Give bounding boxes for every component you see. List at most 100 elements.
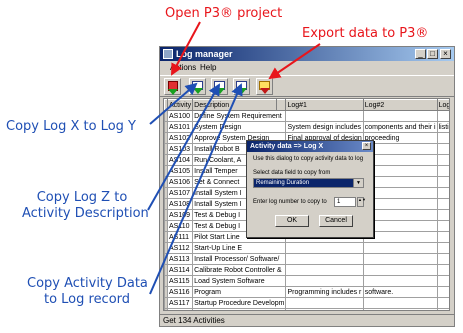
activity-id-cell[interactable]: AS107 [166, 187, 194, 199]
cancel-button[interactable]: Cancel [319, 215, 353, 227]
log2-cell[interactable] [362, 264, 438, 276]
description-cell[interactable]: Program [192, 286, 287, 298]
log3-cell[interactable] [436, 110, 449, 122]
log3-cell[interactable] [436, 297, 449, 309]
log2-cell[interactable] [362, 220, 438, 232]
activity-id-cell[interactable]: AS114 [166, 264, 194, 276]
chevron-down-icon[interactable]: ▼ [353, 179, 363, 187]
log2-cell[interactable] [362, 242, 438, 254]
activity-id-cell[interactable]: AS101 [166, 121, 194, 133]
log2-cell[interactable]: components and their i [362, 121, 438, 133]
log2-cell[interactable] [362, 110, 438, 122]
table-row[interactable]: AS115 Load System Software [164, 275, 449, 287]
table-row[interactable]: AS101 System Design System design includes… [164, 121, 449, 133]
description-cell[interactable]: Training Manuals/System Op [192, 308, 287, 310]
ok-button[interactable]: OK [275, 215, 309, 227]
log-number-spinner[interactable]: ▲▼ [357, 197, 366, 207]
log3-cell[interactable] [436, 231, 449, 243]
log3-cell[interactable] [436, 165, 449, 177]
log3-cell[interactable]: listing is alw [436, 121, 449, 133]
log3-cell[interactable] [436, 143, 449, 155]
activity-id-cell[interactable]: AS117 [166, 297, 194, 309]
copy-activity-data-button[interactable] [233, 78, 250, 95]
dialog-title[interactable]: Activity data => Log X [247, 141, 373, 152]
activity-id-cell[interactable]: AS118 [166, 308, 194, 310]
close-button[interactable]: × [440, 49, 451, 59]
description-cell[interactable]: Define System Requirement [192, 110, 287, 122]
log2-cell[interactable] [362, 275, 438, 287]
activity-id-cell[interactable]: AS105 [166, 165, 194, 177]
description-cell[interactable]: Calibrate Robot Controller & [192, 264, 287, 276]
column-header[interactable]: Log#3 [436, 99, 449, 111]
log3-cell[interactable] [436, 264, 449, 276]
log1-cell[interactable] [285, 253, 364, 265]
activity-id-cell[interactable]: AS108 [166, 198, 194, 210]
log1-cell[interactable]: System design includes [285, 121, 364, 133]
menu-actions[interactable]: Actions [170, 62, 196, 74]
log2-cell[interactable] [362, 143, 438, 155]
log2-cell[interactable] [362, 187, 438, 199]
log2-cell[interactable] [362, 209, 438, 221]
log3-cell[interactable] [436, 209, 449, 221]
activity-id-cell[interactable]: AS110 [166, 220, 194, 232]
activity-id-cell[interactable]: AS115 [166, 275, 194, 287]
column-header[interactable]: Log#2 [362, 99, 438, 111]
log3-cell[interactable] [436, 275, 449, 287]
window-titlebar[interactable]: Log manager _ □ × [160, 47, 454, 61]
log2-cell[interactable] [362, 297, 438, 309]
activity-id-cell[interactable]: AS106 [166, 176, 194, 188]
log3-cell[interactable] [436, 132, 449, 144]
column-header[interactable]: Activity [166, 99, 194, 111]
maximize-button[interactable]: □ [427, 49, 438, 59]
log1-cell[interactable] [285, 275, 364, 287]
activity-id-cell[interactable]: AS109 [166, 209, 194, 221]
log3-cell[interactable] [436, 253, 449, 265]
minimize-button[interactable]: _ [415, 49, 426, 59]
description-cell[interactable]: Startup Procedure Developm [192, 297, 287, 309]
column-header[interactable]: Description [192, 99, 278, 111]
table-row[interactable]: AS100 Define System Requirement [164, 110, 449, 122]
log3-cell[interactable] [436, 220, 449, 232]
log3-cell[interactable] [436, 308, 449, 310]
data-field-select[interactable]: Remaining Duration ▼ [253, 178, 364, 188]
description-cell[interactable]: Start-Up Line E [192, 242, 287, 254]
activity-id-cell[interactable]: AS112 [166, 242, 194, 254]
log2-cell[interactable] [362, 198, 438, 210]
activity-id-cell[interactable]: AS104 [166, 154, 194, 166]
activity-id-cell[interactable]: AS100 [166, 110, 194, 122]
export-to-p3-button[interactable] [256, 78, 273, 95]
log1-cell[interactable] [285, 297, 364, 309]
table-row[interactable]: AS117 Startup Procedure Developm [164, 297, 449, 309]
description-cell[interactable]: Install Processor/ Software/ [192, 253, 287, 265]
table-row[interactable]: AS114 Calibrate Robot Controller & [164, 264, 449, 276]
dialog-close-button[interactable]: × [362, 142, 371, 150]
open-p3-project-button[interactable] [164, 78, 181, 95]
copy-log-x-to-y-button[interactable] [189, 78, 206, 95]
log3-cell[interactable] [436, 242, 449, 254]
table-row[interactable]: AS118Training Manuals/System Op [164, 308, 449, 310]
activity-id-cell[interactable]: AS102 [166, 132, 194, 144]
activity-id-cell[interactable]: AS111 [166, 231, 194, 243]
log3-cell[interactable] [436, 154, 449, 166]
log3-cell[interactable] [436, 286, 449, 298]
log1-cell[interactable] [285, 264, 364, 276]
menu-help[interactable]: Help [200, 62, 216, 74]
description-cell[interactable]: System Design [192, 121, 287, 133]
log-number-input[interactable]: 1 [334, 197, 356, 207]
log2-cell[interactable]: proceeding [362, 132, 438, 144]
log3-cell[interactable] [436, 176, 449, 188]
log3-cell[interactable] [436, 198, 449, 210]
log2-cell[interactable] [362, 165, 438, 177]
log3-cell[interactable] [436, 187, 449, 199]
log2-cell[interactable] [362, 154, 438, 166]
column-header[interactable] [276, 99, 287, 111]
log1-cell[interactable]: Programming includes r [285, 286, 364, 298]
activity-id-cell[interactable]: AS103 [166, 143, 194, 155]
log1-cell[interactable] [285, 110, 364, 122]
log2-cell[interactable] [362, 231, 438, 243]
column-header[interactable]: Log#1 [285, 99, 364, 111]
log2-cell[interactable]: software. [362, 286, 438, 298]
log2-cell[interactable] [362, 308, 438, 310]
log2-cell[interactable] [362, 253, 438, 265]
activity-id-cell[interactable]: AS116 [166, 286, 194, 298]
